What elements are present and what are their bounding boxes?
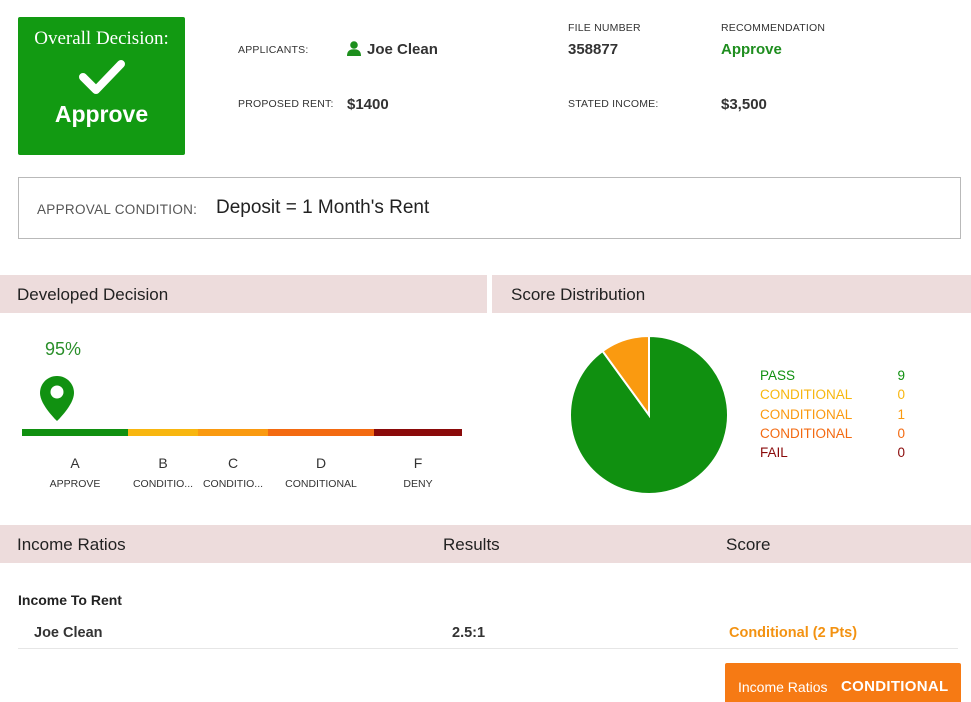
proposed-rent-value: $1400 [347, 96, 389, 113]
decision-percent: 95% [45, 339, 82, 359]
grade-c: C CONDITIO... [193, 455, 273, 490]
ratio-applicant-name: Joe Clean [34, 625, 103, 641]
developed-decision-title: Developed Decision [17, 285, 169, 304]
score-distribution-header: Score Distribution [492, 275, 971, 313]
file-number-label: FILE NUMBER [568, 22, 641, 34]
results-column-header: Results [443, 535, 500, 554]
overall-decision-value: Approve [54, 101, 149, 127]
badge-label: Income Ratios [738, 679, 828, 695]
grade-label: CONDITIONAL [285, 478, 357, 490]
score-column-header: Score [726, 535, 771, 554]
approval-condition-value: Deposit = 1 Month's Rent [216, 197, 430, 218]
stated-income-label: STATED INCOME: [568, 98, 659, 110]
checkmark-icon [78, 60, 125, 94]
approval-condition-box: APPROVAL CONDITION: Deposit = 1 Month's … [18, 177, 961, 239]
score-distribution-title: Score Distribution [511, 285, 646, 304]
grade-d: D CONDITIONAL [281, 455, 361, 490]
legend-item: CONDITIONAL 1 [760, 407, 910, 426]
grade-label: DENY [403, 478, 433, 490]
grade-letter: D [315, 455, 327, 471]
legend-count: 0 [897, 387, 905, 403]
score-pie-chart [569, 335, 729, 495]
grade-letter: B [158, 455, 168, 471]
legend-label: PASS [760, 368, 796, 383]
legend-count: 0 [897, 425, 905, 441]
grade-letter: A [70, 455, 80, 471]
legend-item: FAIL 0 [760, 445, 910, 464]
grade-letter: C [227, 455, 239, 471]
grade-bar-d [268, 429, 374, 436]
map-pin-icon [40, 376, 74, 421]
grade-bar-f [374, 429, 462, 436]
stated-income-value: $3,500 [721, 96, 767, 113]
legend-count: 9 [897, 368, 905, 383]
income-ratios-title: Income Ratios [17, 535, 126, 554]
legend-label: CONDITIONAL [760, 406, 853, 422]
legend-item: PASS 9 [760, 368, 910, 387]
overall-decision-card: Overall Decision: Approve [18, 17, 185, 155]
income-to-rent-label: Income To Rent [18, 592, 122, 608]
ratio-score: Conditional (2 Pts) [729, 625, 858, 641]
developed-decision-header: Developed Decision [0, 275, 487, 313]
grade-label: CONDITIO... [202, 478, 264, 490]
overall-decision-title: Overall Decision: [34, 28, 169, 49]
grade-label: CONDITIO... [132, 478, 194, 490]
legend-label: CONDITIONAL [760, 425, 853, 441]
grade-bar-c [198, 429, 268, 436]
grade-f: F DENY [378, 455, 458, 490]
legend-count: 1 [897, 406, 905, 422]
grade-bar-b [128, 429, 198, 436]
approval-condition-label: APPROVAL CONDITION: [37, 202, 198, 217]
grade-letter: F [413, 455, 423, 471]
applicant-name[interactable]: Joe Clean [367, 41, 438, 58]
badge-value: CONDITIONAL [841, 678, 949, 695]
income-ratios-header: Income Ratios Results Score [0, 525, 971, 563]
score-legend: PASS 9 CONDITIONAL 0 CONDITIONAL 1 CONDITIONAL… [760, 368, 910, 464]
applicants-label: APPLICANTS: [238, 44, 309, 56]
income-ratios-status-badge: Income Ratios CONDITIONAL [725, 663, 961, 702]
recommendation-value: Approve [721, 41, 782, 58]
legend-count: 0 [897, 445, 905, 461]
file-number-value: 358877 [568, 41, 619, 58]
person-icon [347, 41, 361, 56]
proposed-rent-label: PROPOSED RENT: [238, 98, 334, 110]
legend-item: CONDITIONAL 0 [760, 426, 910, 445]
grade-a: A APPROVE [35, 455, 115, 490]
grade-b: B CONDITIO... [123, 455, 203, 490]
ratio-result: 2.5:1 [452, 625, 486, 641]
row-divider [18, 648, 958, 649]
recommendation-label: RECOMMENDATION [721, 22, 826, 34]
grade-label: APPROVE [49, 478, 101, 490]
legend-label: CONDITIONAL [760, 387, 853, 403]
grade-bar-a [22, 429, 128, 436]
legend-label: FAIL [760, 445, 788, 461]
legend-item: CONDITIONAL 0 [760, 387, 910, 406]
